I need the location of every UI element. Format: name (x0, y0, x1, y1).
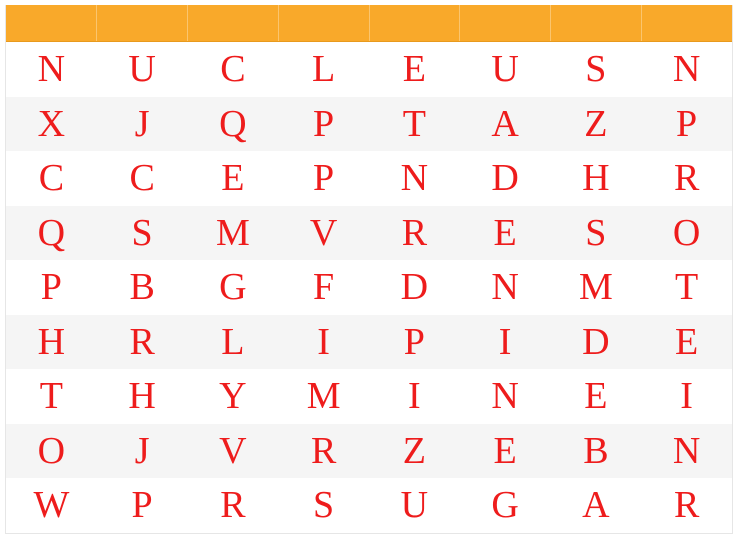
header-cell (6, 5, 97, 41)
letter-cell[interactable]: I (460, 315, 551, 370)
letter-cell[interactable]: J (97, 97, 188, 152)
letter-cell[interactable]: N (460, 369, 551, 424)
letter-cell[interactable]: C (188, 42, 279, 97)
letter-cell[interactable]: G (460, 478, 551, 533)
grid-row: THYMINEI (6, 369, 732, 424)
letter-cell[interactable]: T (641, 260, 732, 315)
grid-row: XJQPTAZP (6, 96, 732, 152)
letter-cell[interactable]: R (278, 424, 369, 479)
letter-cell[interactable]: S (551, 206, 642, 261)
letter-cell[interactable]: C (6, 151, 97, 206)
letter-cell[interactable]: B (551, 424, 642, 479)
grid-header (6, 5, 732, 42)
header-cell (551, 5, 643, 41)
letter-cell[interactable]: W (6, 478, 97, 533)
letter-cell[interactable]: H (97, 369, 188, 424)
letter-cell[interactable]: E (369, 42, 460, 97)
header-cell (97, 5, 188, 41)
letter-cell[interactable]: A (551, 478, 642, 533)
grid-row: NUCLEUSN (6, 42, 732, 97)
grid-row: WPRSUGAR (6, 478, 732, 533)
letter-cell[interactable]: U (97, 42, 188, 97)
grid-row: OJVRZEBN (6, 423, 732, 479)
letter-cell[interactable]: U (460, 42, 551, 97)
header-cell (279, 5, 370, 41)
letter-cell[interactable]: E (460, 206, 551, 261)
letter-cell[interactable]: R (97, 315, 188, 370)
letter-cell[interactable]: T (369, 97, 460, 152)
letter-cell[interactable]: H (6, 315, 97, 370)
letter-cell[interactable]: P (278, 151, 369, 206)
letter-cell[interactable]: P (641, 97, 732, 152)
letter-cell[interactable]: I (641, 369, 732, 424)
letter-cell[interactable]: O (641, 206, 732, 261)
header-cell (642, 5, 732, 41)
letter-cell[interactable]: L (278, 42, 369, 97)
grid-row: CCEPNDHR (6, 151, 732, 206)
word-search-grid: NUCLEUSNXJQPTAZPCCEPNDHRQSMVRESOPBGFDNMT… (5, 5, 733, 534)
letter-cell[interactable]: S (551, 42, 642, 97)
grid-row: QSMVRESO (6, 205, 732, 261)
letter-cell[interactable]: A (460, 97, 551, 152)
letter-cell[interactable]: R (188, 478, 279, 533)
letter-cell[interactable]: P (278, 97, 369, 152)
letter-cell[interactable]: E (641, 315, 732, 370)
letter-cell[interactable]: E (460, 424, 551, 479)
letter-cell[interactable]: N (641, 424, 732, 479)
letter-cell[interactable]: C (97, 151, 188, 206)
letter-cell[interactable]: D (551, 315, 642, 370)
letter-cell[interactable]: T (6, 369, 97, 424)
letter-cell[interactable]: G (188, 260, 279, 315)
letter-cell[interactable]: I (369, 369, 460, 424)
letter-cell[interactable]: S (278, 478, 369, 533)
letter-cell[interactable]: R (641, 478, 732, 533)
letter-cell[interactable]: R (641, 151, 732, 206)
letter-cell[interactable]: D (369, 260, 460, 315)
letter-cell[interactable]: N (460, 260, 551, 315)
letter-cell[interactable]: N (641, 42, 732, 97)
letter-cell[interactable]: D (460, 151, 551, 206)
letter-cell[interactable]: M (278, 369, 369, 424)
letter-cell[interactable]: E (551, 369, 642, 424)
letter-cell[interactable]: N (6, 42, 97, 97)
letter-cell[interactable]: V (278, 206, 369, 261)
header-cell (370, 5, 461, 41)
letter-cell[interactable]: Z (369, 424, 460, 479)
letter-cell[interactable]: E (188, 151, 279, 206)
letter-cell[interactable]: F (278, 260, 369, 315)
letter-cell[interactable]: X (6, 97, 97, 152)
letter-cell[interactable]: L (188, 315, 279, 370)
letter-cell[interactable]: M (188, 206, 279, 261)
letter-cell[interactable]: N (369, 151, 460, 206)
letter-cell[interactable]: V (188, 424, 279, 479)
letter-cell[interactable]: J (97, 424, 188, 479)
header-cell (460, 5, 552, 41)
letter-cell[interactable]: O (6, 424, 97, 479)
header-cell (188, 5, 279, 41)
grid-row: HRLIPIDE (6, 314, 732, 370)
letter-cell[interactable]: P (97, 478, 188, 533)
letter-cell[interactable]: H (551, 151, 642, 206)
letter-cell[interactable]: R (369, 206, 460, 261)
letter-cell[interactable]: M (551, 260, 642, 315)
grid-body: NUCLEUSNXJQPTAZPCCEPNDHRQSMVRESOPBGFDNMT… (6, 42, 732, 533)
letter-cell[interactable]: Q (6, 206, 97, 261)
letter-cell[interactable]: U (369, 478, 460, 533)
letter-cell[interactable]: Z (551, 97, 642, 152)
letter-cell[interactable]: S (97, 206, 188, 261)
letter-cell[interactable]: Y (188, 369, 279, 424)
grid-row: PBGFDNMT (6, 260, 732, 315)
letter-cell[interactable]: P (6, 260, 97, 315)
letter-cell[interactable]: B (97, 260, 188, 315)
letter-cell[interactable]: Q (188, 97, 279, 152)
letter-cell[interactable]: I (278, 315, 369, 370)
letter-cell[interactable]: P (369, 315, 460, 370)
